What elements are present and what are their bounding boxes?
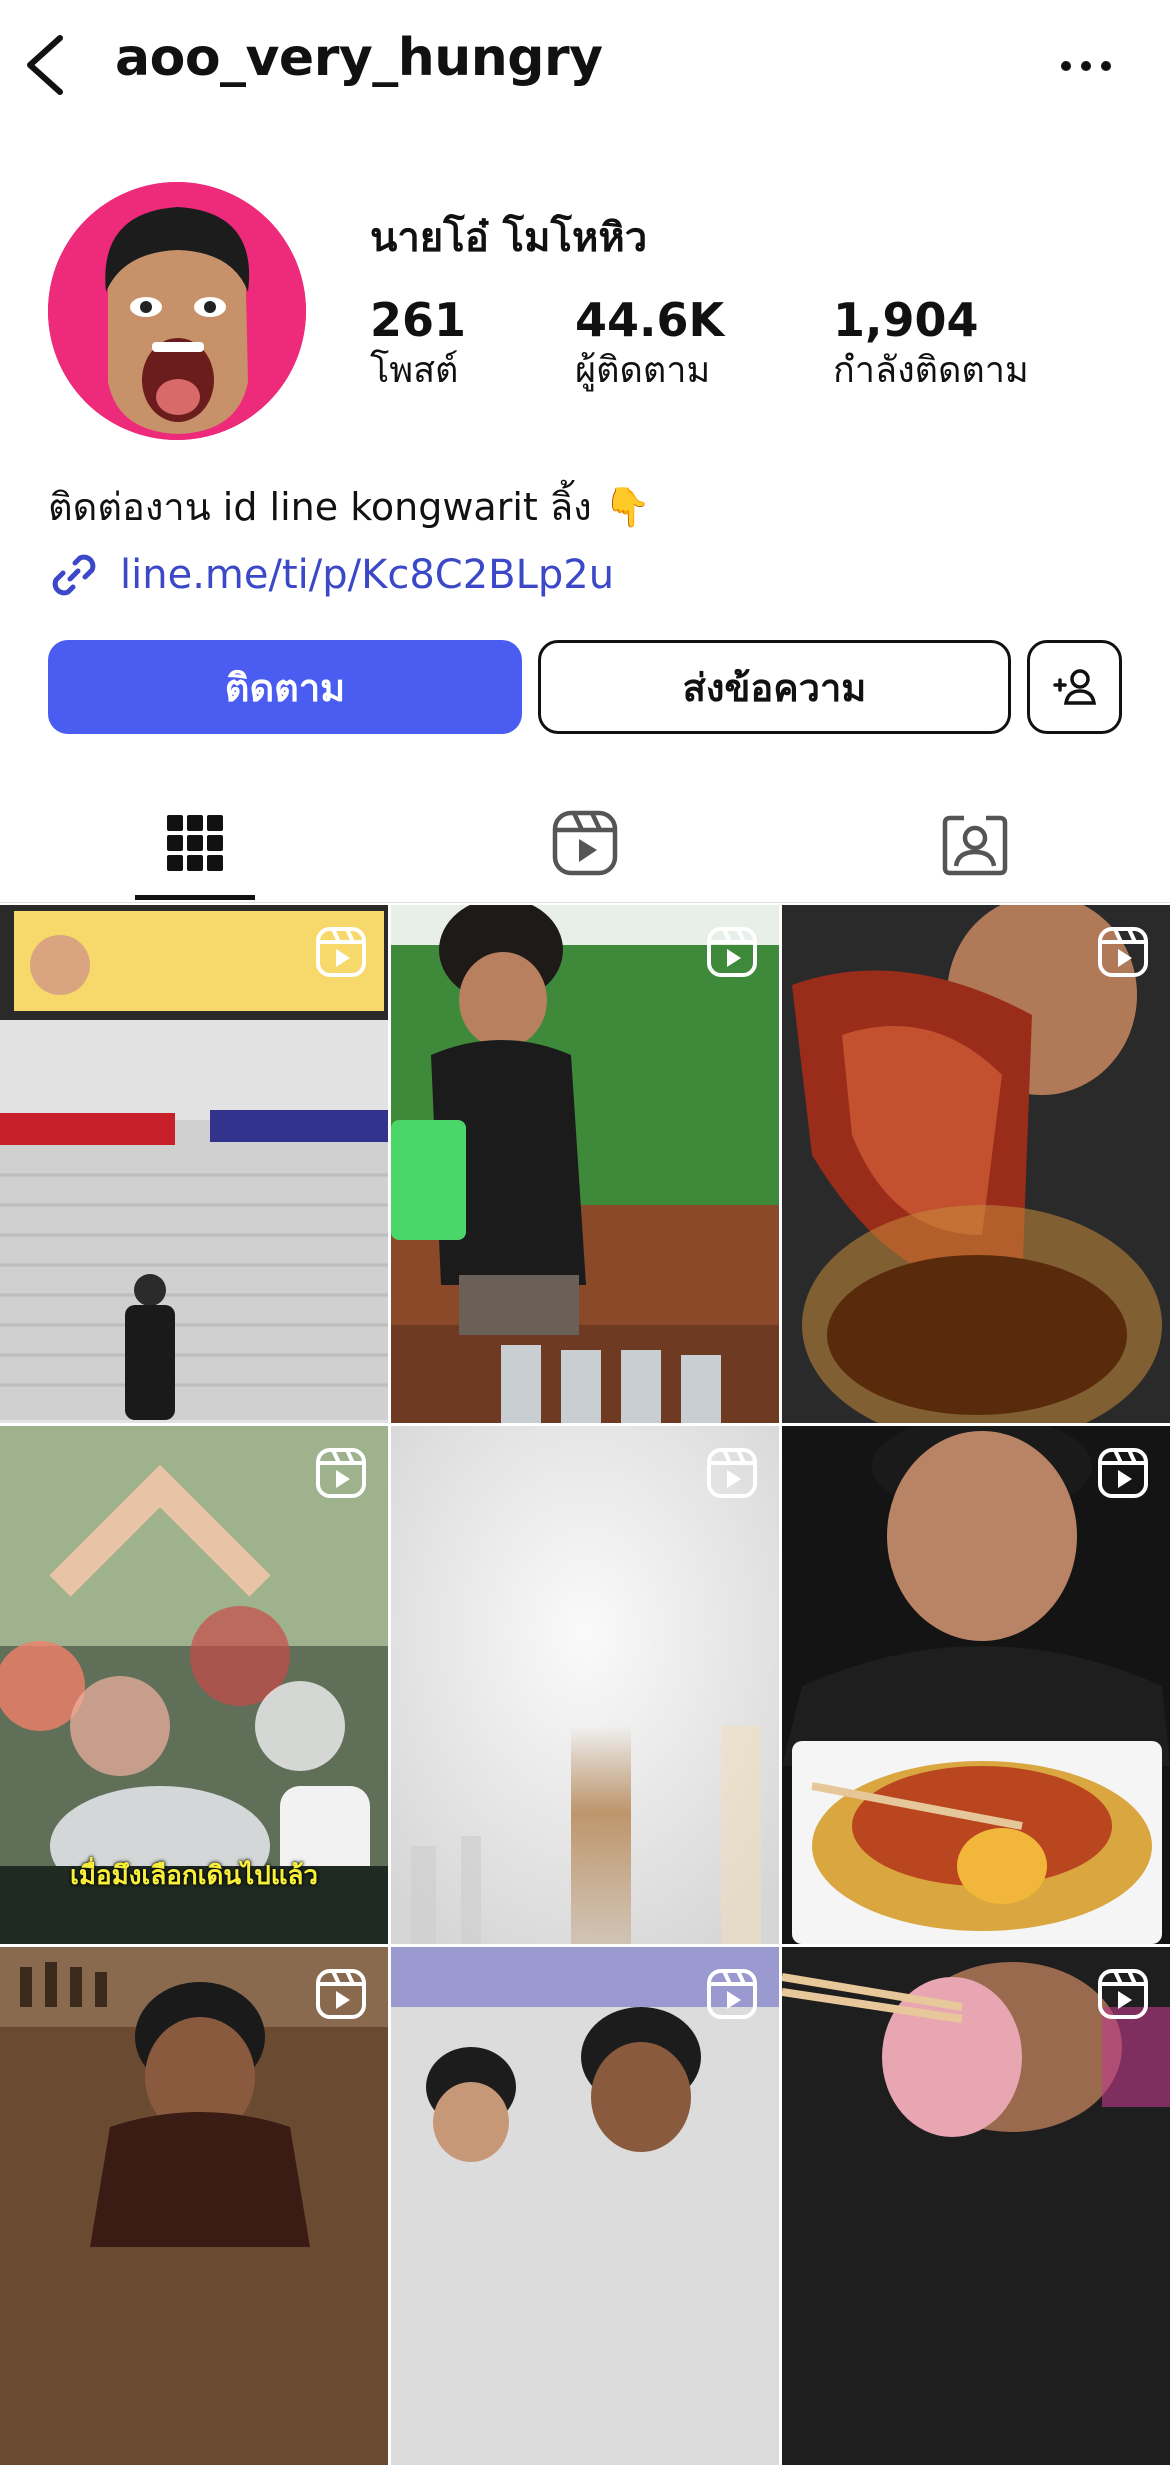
reel-icon [707, 1448, 757, 1498]
suggested-users-button[interactable] [1027, 640, 1122, 734]
stat-followers-count: 44.6K [575, 293, 725, 347]
message-button[interactable]: ส่งข้อความ [538, 640, 1011, 734]
post-thumbnail [0, 1947, 388, 2465]
reel-icon [707, 1969, 757, 2019]
post-caption-overlay: เมื่อมึงเลือกเดินไปแล้ว [69, 1861, 319, 1891]
tabs-divider [0, 902, 1170, 903]
tagged-person-icon [942, 815, 1008, 875]
reels-icon [552, 810, 618, 875]
post-tile-6[interactable] [782, 1426, 1170, 1944]
reel-icon [316, 1448, 366, 1498]
stat-posts-count: 261 [370, 293, 467, 347]
post-tile-8[interactable] [391, 1947, 779, 2465]
profile-link[interactable]: line.me/ti/p/Kc8C2BLp2u [48, 545, 614, 605]
top-bar: aoo_very_hungry [0, 0, 1170, 130]
reel-icon [1098, 1448, 1148, 1498]
post-tile-2[interactable] [391, 905, 779, 1423]
grid-gutter [0, 1944, 1170, 1947]
profile-bio: ติดต่องาน id line kongwarit ลิ้ง 👇 [48, 485, 652, 529]
post-thumbnail [782, 905, 1170, 1423]
reel-icon [1098, 927, 1148, 977]
stat-followers-label: ผู้ติดตาม [575, 350, 711, 391]
post-tile-3[interactable] [782, 905, 1170, 1423]
more-options-icon[interactable] [1060, 58, 1112, 74]
post-thumbnail [782, 1947, 1170, 2465]
active-tab-indicator [135, 895, 255, 900]
profile-link-text[interactable]: line.me/ti/p/Kc8C2BLp2u [120, 552, 614, 598]
stat-posts[interactable]: 261 โพสต์ [370, 292, 466, 394]
reel-icon [316, 1969, 366, 2019]
tab-reels[interactable] [390, 780, 780, 905]
grid-icon [167, 814, 223, 871]
posts-grid: เมื่อมึงเลือกเดินไปแล้ว [0, 905, 1170, 2465]
post-thumbnail [0, 905, 388, 1423]
post-thumbnail [391, 905, 779, 1423]
stat-followers[interactable]: 44.6K ผู้ติดตาม [575, 292, 724, 394]
reel-icon [316, 927, 366, 977]
post-thumbnail [782, 1426, 1170, 1944]
grid-gutter [388, 905, 391, 2141]
add-person-icon [1052, 669, 1096, 705]
grid-gutter [0, 1423, 1170, 1426]
stat-following-count: 1,904 [833, 293, 979, 347]
tab-tagged[interactable] [780, 780, 1170, 905]
profile-tabs [0, 780, 1170, 905]
profile-avatar[interactable] [48, 182, 306, 440]
tab-grid[interactable] [0, 780, 390, 905]
profile-display-name: นายโอ๋ โมโหหิว [370, 215, 648, 261]
post-thumbnail [391, 1947, 779, 2465]
post-tile-1[interactable] [0, 905, 388, 1423]
avatar-face-image [48, 182, 306, 440]
post-tile-4[interactable]: เมื่อมึงเลือกเดินไปแล้ว [0, 1426, 388, 1944]
back-chevron-icon[interactable] [22, 34, 72, 96]
reel-icon [707, 927, 757, 977]
link-chain-icon [52, 554, 96, 596]
follow-button[interactable]: ติดตาม [48, 640, 522, 734]
post-tile-5[interactable] [391, 1426, 779, 1944]
post-tile-9[interactable] [782, 1947, 1170, 2465]
reel-icon [1098, 1969, 1148, 2019]
stat-following[interactable]: 1,904 กำลังติดตาม [833, 292, 1029, 394]
stat-posts-label: โพสต์ [370, 350, 459, 391]
profile-username: aoo_very_hungry [115, 28, 603, 88]
stat-following-label: กำลังติดตาม [833, 350, 1029, 391]
post-thumbnail [391, 1426, 779, 1944]
grid-gutter [779, 905, 782, 2141]
post-tile-7[interactable] [0, 1947, 388, 2465]
